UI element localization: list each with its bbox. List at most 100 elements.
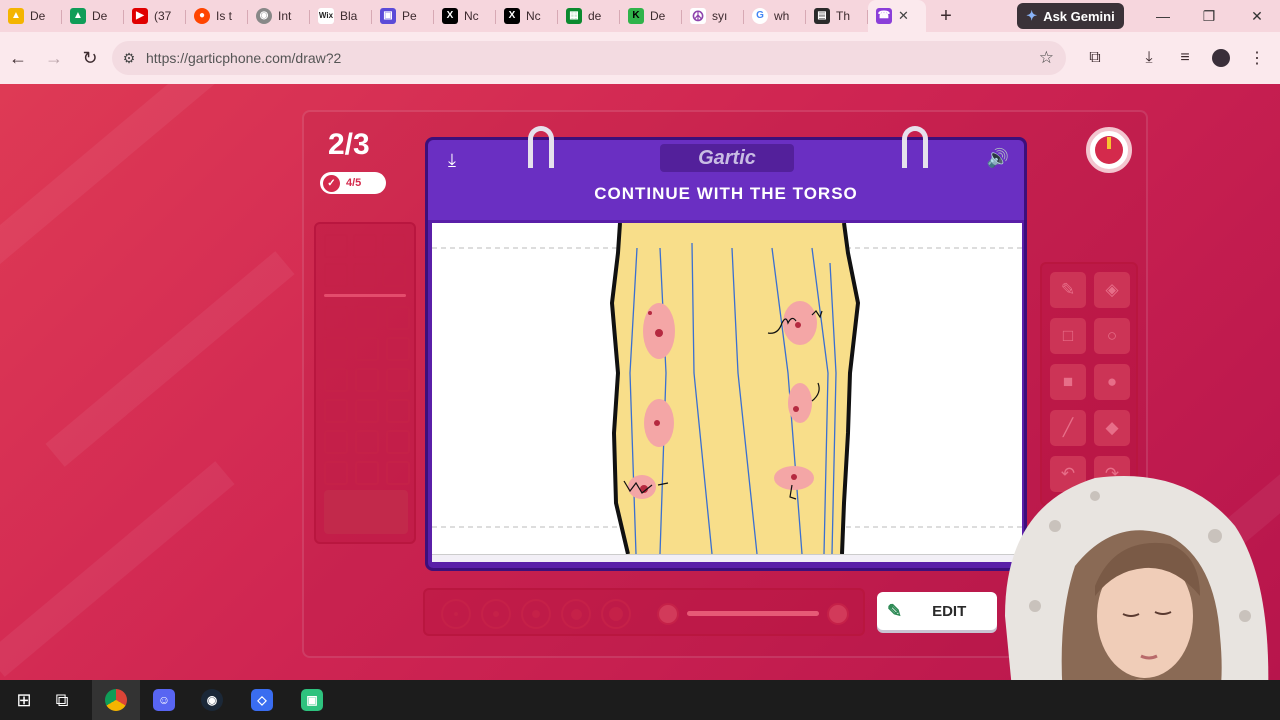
close-window-button[interactable]: ✕	[1234, 0, 1280, 32]
roblox-icon[interactable]: ◇	[238, 680, 286, 720]
discord-icon[interactable]: ☺	[140, 680, 188, 720]
k-icon: K	[628, 8, 644, 24]
filled-ellipse-tool-icon[interactable]: ●	[1094, 364, 1130, 400]
brush-size-option[interactable]	[601, 599, 631, 629]
google-drive-icon: ▲	[8, 8, 24, 24]
browser-tab[interactable]: ▣ Pe	[372, 0, 434, 32]
binder-ring	[902, 126, 928, 168]
color-swatch[interactable]	[355, 430, 379, 454]
background-stripe	[45, 251, 295, 467]
opacity-slider-thumb[interactable]	[827, 603, 849, 625]
opacity-slider-min[interactable]	[657, 603, 679, 625]
color-swatch[interactable]	[386, 461, 410, 485]
minimize-button[interactable]: —	[1140, 0, 1186, 32]
brush-size-option[interactable]	[481, 599, 511, 629]
download-icon[interactable]: ⤓	[1132, 41, 1166, 75]
board-header: ⤓ Gartic 🔊 CONTINUE WITH THE TORSO	[428, 126, 1024, 220]
bookmark-star-icon[interactable]: ☆	[1039, 48, 1054, 68]
line-tool-icon[interactable]: ╱	[1050, 410, 1086, 446]
browser-tab[interactable]: Wix Bla	[310, 0, 372, 32]
color-swatch[interactable]	[324, 337, 348, 361]
new-tab-button[interactable]: +	[926, 5, 966, 28]
browser-tab[interactable]: ☮ syı	[682, 0, 744, 32]
browser-tab[interactable]: ▶ (37	[124, 0, 186, 32]
pencil-icon: ✎	[887, 600, 903, 621]
color-swatch[interactable]	[355, 461, 379, 485]
site-info-icon[interactable]: ⚙	[112, 50, 146, 67]
browser-tab[interactable]: K De	[620, 0, 682, 32]
task-view-icon[interactable]: ⧉	[38, 680, 86, 720]
grid-icon: ▦	[566, 8, 582, 24]
color-swatch[interactable]	[324, 263, 348, 287]
color-swatch[interactable]	[382, 263, 406, 287]
color-swatch[interactable]	[386, 430, 410, 454]
color-palette	[314, 222, 416, 544]
reddit-icon: ●	[194, 8, 210, 24]
eraser-tool-icon[interactable]: ◈	[1094, 272, 1130, 308]
color-swatch[interactable]	[386, 306, 410, 330]
browser-tab[interactable]: ▲ De	[0, 0, 62, 32]
profile-avatar[interactable]	[1204, 41, 1238, 75]
players-done-badge: ✓ 4/5	[320, 172, 386, 194]
drawing-canvas[interactable]	[432, 223, 1022, 554]
fill-bucket-tool-icon[interactable]: ◆	[1094, 410, 1130, 446]
torso-drawing	[432, 223, 1022, 554]
browser-tab[interactable]: X Nc	[434, 0, 496, 32]
film-icon: ▤	[814, 8, 830, 24]
sound-icon[interactable]: 🔊	[984, 148, 1012, 174]
reload-icon[interactable]: ↻	[72, 40, 108, 76]
opacity-slider-track[interactable]	[687, 611, 819, 616]
media-control-icon[interactable]: ≡	[1168, 41, 1202, 75]
download-drawing-icon[interactable]: ⤓	[440, 150, 464, 174]
close-tab-icon[interactable]: ✕	[898, 8, 909, 24]
color-swatch[interactable]	[355, 306, 379, 330]
brush-size-option[interactable]	[521, 599, 551, 629]
brush-size-option[interactable]	[561, 599, 591, 629]
color-swatch[interactable]	[324, 461, 348, 485]
url-text[interactable]: https://garticphone.com/draw?2	[146, 50, 341, 66]
browser-tab[interactable]: ▲ De	[62, 0, 124, 32]
browser-tab[interactable]: ▤ Th	[806, 0, 868, 32]
steam-icon[interactable]: ◉	[188, 680, 236, 720]
pencil-tool-icon[interactable]: ✎	[1050, 272, 1086, 308]
chrome-icon[interactable]	[92, 680, 140, 720]
ellipse-tool-icon[interactable]: ○	[1094, 318, 1130, 354]
custom-color-swatch[interactable]	[324, 490, 408, 534]
phone-icon: ☎	[876, 8, 892, 24]
binder-ring	[528, 126, 554, 168]
timer-clock	[1086, 127, 1132, 173]
back-icon[interactable]: ←	[0, 40, 36, 76]
forward-icon[interactable]: →	[36, 40, 72, 76]
browser-tab[interactable]: X Nc	[496, 0, 558, 32]
color-swatch[interactable]	[355, 368, 379, 392]
brush-size-option[interactable]	[441, 599, 471, 629]
color-swatch[interactable]	[324, 430, 348, 454]
browser-tab[interactable]: Gwh	[744, 0, 806, 32]
color-swatch[interactable]	[386, 368, 410, 392]
browser-tab[interactable]: ◉ Int	[248, 0, 310, 32]
rectangle-tool-icon[interactable]: □	[1050, 318, 1086, 354]
browser-tab[interactable]: ● Is t	[186, 0, 248, 32]
color-swatch[interactable]	[386, 337, 410, 361]
color-swatch[interactable]	[382, 234, 406, 258]
ask-gemini-button[interactable]: ✦ Ask Gemini	[1017, 3, 1124, 29]
peace-icon: ☮	[690, 8, 706, 24]
color-swatch[interactable]	[355, 337, 379, 361]
restore-button[interactable]: ❐	[1186, 0, 1232, 32]
drawing-board: ⤓ Gartic 🔊 CONTINUE WITH THE TORSO	[425, 126, 1027, 571]
address-bar[interactable]: ⚙ https://garticphone.com/draw?2 ☆	[112, 41, 1066, 75]
browser-tab-active[interactable]: ☎ ✕	[868, 0, 926, 32]
color-swatch[interactable]	[353, 263, 377, 287]
menu-icon[interactable]: ⋮	[1240, 41, 1274, 75]
app-icon[interactable]: ▣	[288, 680, 336, 720]
color-swatch[interactable]	[353, 234, 377, 258]
color-swatch[interactable]	[324, 368, 348, 392]
browser-tab[interactable]: ▦ de	[558, 0, 620, 32]
color-swatch[interactable]	[386, 399, 410, 423]
extensions-icon[interactable]: ⧉	[1078, 41, 1112, 75]
color-swatch[interactable]	[355, 399, 379, 423]
color-swatch[interactable]	[324, 306, 348, 330]
color-swatch[interactable]	[324, 234, 348, 258]
color-swatch[interactable]	[324, 399, 348, 423]
filled-rectangle-tool-icon[interactable]: ■	[1050, 364, 1086, 400]
